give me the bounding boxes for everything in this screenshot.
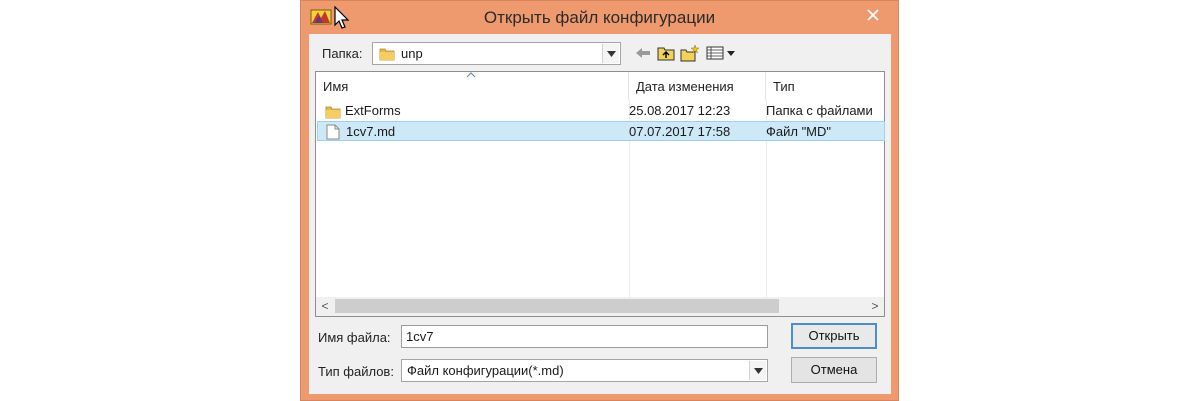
column-header-name-label: Имя — [323, 79, 349, 94]
open-config-dialog: Открыть файл конфигурации Папка: unp Имя… — [300, 0, 899, 401]
file-list[interactable]: Имя Дата изменения Тип ExtForms 25.08.20… — [315, 71, 885, 317]
up-folder-icon — [657, 47, 675, 61]
column-header-name[interactable]: Имя — [316, 72, 629, 100]
chevron-down-icon — [606, 50, 616, 57]
window-title: Открыть файл конфигурации — [483, 8, 716, 27]
file-icon — [326, 124, 340, 140]
column-header-date[interactable]: Дата изменения — [629, 72, 766, 100]
column-header-type-label: Тип — [773, 79, 795, 94]
chevron-down-icon — [753, 367, 763, 374]
close-button[interactable] — [856, 4, 890, 26]
title-bar[interactable]: Открыть файл конфигурации — [301, 1, 898, 34]
view-menu-button[interactable] — [705, 42, 739, 64]
file-name: 1cv7.md — [346, 124, 396, 139]
file-type: Папка с файлами — [766, 103, 873, 118]
scrollbar-thumb[interactable] — [335, 299, 779, 313]
up-folder-button[interactable] — [655, 42, 677, 64]
filetype-value: Файл конфигурации(*.md) — [407, 363, 564, 378]
folder-dropdown-button[interactable] — [602, 44, 619, 63]
filetype-label: Тип файлов: — [318, 364, 394, 379]
cancel-button[interactable]: Отмена — [791, 357, 877, 383]
horizontal-scrollbar[interactable]: < > — [316, 297, 884, 316]
scroll-right-button[interactable]: > — [867, 299, 883, 313]
new-folder-button[interactable] — [679, 42, 701, 64]
column-header-type[interactable]: Тип — [766, 72, 886, 100]
scroll-left-button[interactable]: < — [317, 299, 333, 313]
open-button[interactable]: Открыть — [791, 323, 877, 349]
file-date: 25.08.2017 12:23 — [629, 103, 731, 118]
file-date: 07.07.2017 17:58 — [629, 124, 731, 139]
filename-input[interactable]: 1cv7 — [401, 325, 768, 348]
dialog-body: Папка: unp Имя Дата изменения Тип ExtFor… — [309, 34, 891, 394]
close-icon — [867, 9, 879, 21]
folder-value: unp — [401, 46, 423, 61]
folder-label: Папка: — [322, 46, 363, 61]
filename-label: Имя файла: — [318, 330, 391, 345]
back-button[interactable] — [632, 42, 654, 64]
filetype-combobox[interactable]: Файл конфигурации(*.md) — [401, 359, 768, 382]
file-row-extforms[interactable]: ExtForms 25.08.2017 12:23 Папка с файлам… — [317, 101, 885, 121]
filetype-dropdown-button[interactable] — [749, 361, 766, 380]
folder-icon — [325, 106, 341, 119]
back-arrow-icon — [636, 48, 650, 58]
folder-combobox[interactable]: unp — [372, 42, 621, 65]
file-name: ExtForms — [345, 103, 401, 118]
file-row-1cv7-md[interactable]: 1cv7.md 07.07.2017 17:58 Файл "MD" — [317, 121, 885, 141]
new-folder-icon — [680, 44, 700, 62]
view-menu-icon — [706, 46, 735, 60]
file-type: Файл "MD" — [766, 124, 832, 139]
column-header-date-label: Дата изменения — [636, 79, 734, 94]
folder-icon — [379, 48, 395, 61]
sort-ascending-icon — [466, 72, 476, 78]
